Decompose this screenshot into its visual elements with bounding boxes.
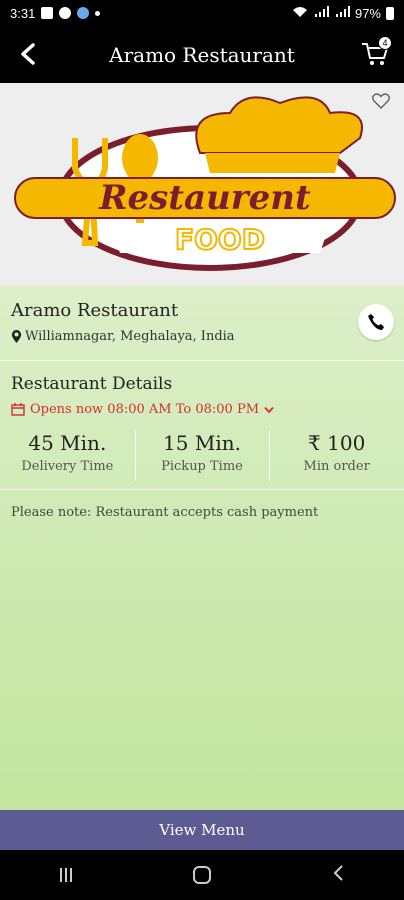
signal-2-icon bbox=[334, 5, 350, 21]
restaurant-details-panel: Aramo Restaurant Williamnagar, Meghalaya… bbox=[0, 286, 404, 810]
stat-delivery-time: 45 Min. Delivery Time bbox=[0, 422, 135, 489]
recent-apps-button[interactable] bbox=[60, 868, 73, 882]
more-notifications-icon bbox=[95, 10, 101, 16]
cart-count-badge: 4 bbox=[378, 36, 392, 50]
restaurant-address: Williamnagar, Meghalaya, India bbox=[11, 329, 235, 344]
stat-pickup-time: 15 Min. Pickup Time bbox=[134, 422, 270, 489]
page-title: Aramo Restaurant bbox=[109, 42, 295, 67]
battery-percent: 97% bbox=[354, 5, 381, 21]
favorite-button[interactable] bbox=[372, 93, 390, 113]
phone-icon bbox=[368, 314, 384, 330]
back-button[interactable] bbox=[14, 40, 42, 68]
stats-row: 45 Min. Delivery Time 15 Min. Pickup Tim… bbox=[0, 422, 404, 490]
address-text: Williamnagar, Meghalaya, India bbox=[25, 329, 235, 344]
logo-word-food: FOOD bbox=[175, 223, 265, 256]
app-notification-icon bbox=[77, 7, 90, 19]
heart-icon bbox=[372, 93, 390, 109]
call-button[interactable] bbox=[358, 304, 394, 340]
stat-value: ₹ 100 bbox=[308, 431, 366, 455]
back-arrow-icon bbox=[21, 43, 35, 65]
stat-value: 15 Min. bbox=[163, 431, 241, 455]
home-button[interactable] bbox=[192, 866, 211, 884]
stat-label: Delivery Time bbox=[21, 459, 114, 474]
payment-note: Please note: Restaurant accepts cash pay… bbox=[11, 505, 319, 520]
cart-button[interactable]: 4 bbox=[360, 36, 392, 68]
divider bbox=[0, 360, 404, 361]
location-pin-icon bbox=[11, 329, 22, 343]
calendar-icon bbox=[11, 403, 25, 416]
view-menu-button[interactable]: View Menu bbox=[0, 810, 404, 850]
gallery-icon bbox=[41, 7, 54, 19]
opening-hours-text: Opens now 08:00 AM To 08:00 PM bbox=[30, 402, 260, 417]
restaurant-logo: Restaurent FOOD bbox=[14, 96, 396, 271]
stat-min-order: ₹ 100 Min order bbox=[269, 422, 404, 489]
nav-back-icon bbox=[333, 865, 343, 881]
status-bar: 3:31 97% bbox=[0, 0, 404, 26]
wifi-icon bbox=[292, 6, 308, 21]
stat-label: Min order bbox=[303, 459, 370, 474]
stat-value: 45 Min. bbox=[28, 431, 107, 455]
details-heading: Restaurant Details bbox=[11, 374, 173, 394]
opening-hours-toggle[interactable]: Opens now 08:00 AM To 08:00 PM bbox=[11, 402, 274, 417]
app-bar: Aramo Restaurant 4 bbox=[0, 26, 404, 83]
restaurant-name: Aramo Restaurant bbox=[11, 300, 179, 321]
logo-word-restaurent: Restaurent bbox=[98, 178, 311, 218]
stat-label: Pickup Time bbox=[161, 459, 243, 474]
signal-icon bbox=[313, 5, 329, 21]
restaurant-banner: Restaurent FOOD bbox=[0, 83, 404, 286]
status-time: 3:31 bbox=[10, 5, 36, 21]
battery-icon bbox=[386, 6, 394, 20]
chevron-down-icon bbox=[264, 406, 274, 413]
chat-icon bbox=[59, 7, 72, 19]
system-nav-bar bbox=[0, 850, 404, 900]
nav-back-button[interactable] bbox=[332, 864, 344, 886]
